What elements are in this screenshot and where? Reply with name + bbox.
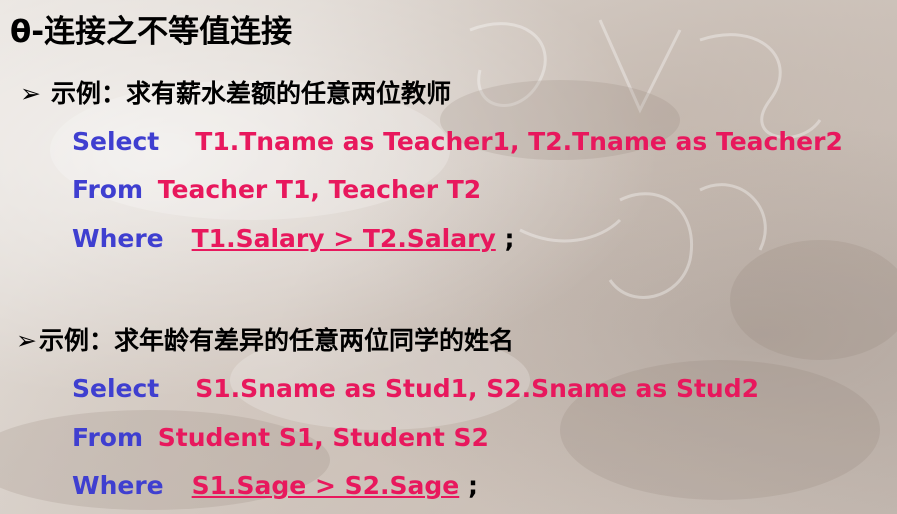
- select-expression: S1.Sname as Stud1, S2.Sname as Stud2: [195, 374, 760, 403]
- where-keyword: Where: [72, 224, 164, 253]
- from-keyword: From: [72, 423, 144, 452]
- arrow-bullet-icon: ➢: [20, 79, 41, 108]
- example1-heading: 示例：求有薪水差额的任意两位教师: [50, 79, 451, 108]
- arrow-bullet-icon: ➢: [16, 326, 37, 355]
- statement-terminator: ;: [504, 224, 515, 253]
- example2-heading: 示例：求年龄有差异的任意两位同学的姓名: [38, 326, 514, 355]
- example1-heading-row: ➢ 示例：求有薪水差额的任意两位教师: [20, 77, 451, 111]
- select-expression: T1.Tname as Teacher1, T2.Tname as Teache…: [195, 127, 843, 156]
- select-keyword: Select: [72, 374, 160, 403]
- example1-select-line: Select T1.Tname as Teacher1, T2.Tname as …: [72, 125, 843, 159]
- slide: θ-连接之不等值连接 ➢ 示例：求有薪水差额的任意两位教师 Select T1.Tn…: [0, 0, 897, 514]
- from-expression: Teacher T1, Teacher T2: [157, 175, 482, 204]
- where-condition: T1.Salary > T2.Salary: [191, 224, 496, 253]
- statement-terminator: ;: [467, 471, 478, 500]
- example2-where-line: Where S1.Sage > S2.Sage ;: [72, 469, 478, 503]
- example2-from-line: From Student S1, Student S2: [72, 421, 489, 455]
- example2-select-line: Select S1.Sname as Stud1, S2.Sname as Stu…: [72, 372, 759, 406]
- example1-where-line: Where T1.Salary > T2.Salary ;: [72, 222, 514, 256]
- from-expression: Student S1, Student S2: [157, 423, 489, 452]
- where-condition: S1.Sage > S2.Sage: [191, 471, 460, 500]
- example1-from-line: From Teacher T1, Teacher T2: [72, 173, 481, 207]
- where-keyword: Where: [72, 471, 164, 500]
- select-keyword: Select: [72, 127, 160, 156]
- from-keyword: From: [72, 175, 144, 204]
- page-title: θ-连接之不等值连接: [10, 14, 293, 50]
- example2-heading-row: ➢示例：求年龄有差异的任意两位同学的姓名: [16, 324, 514, 358]
